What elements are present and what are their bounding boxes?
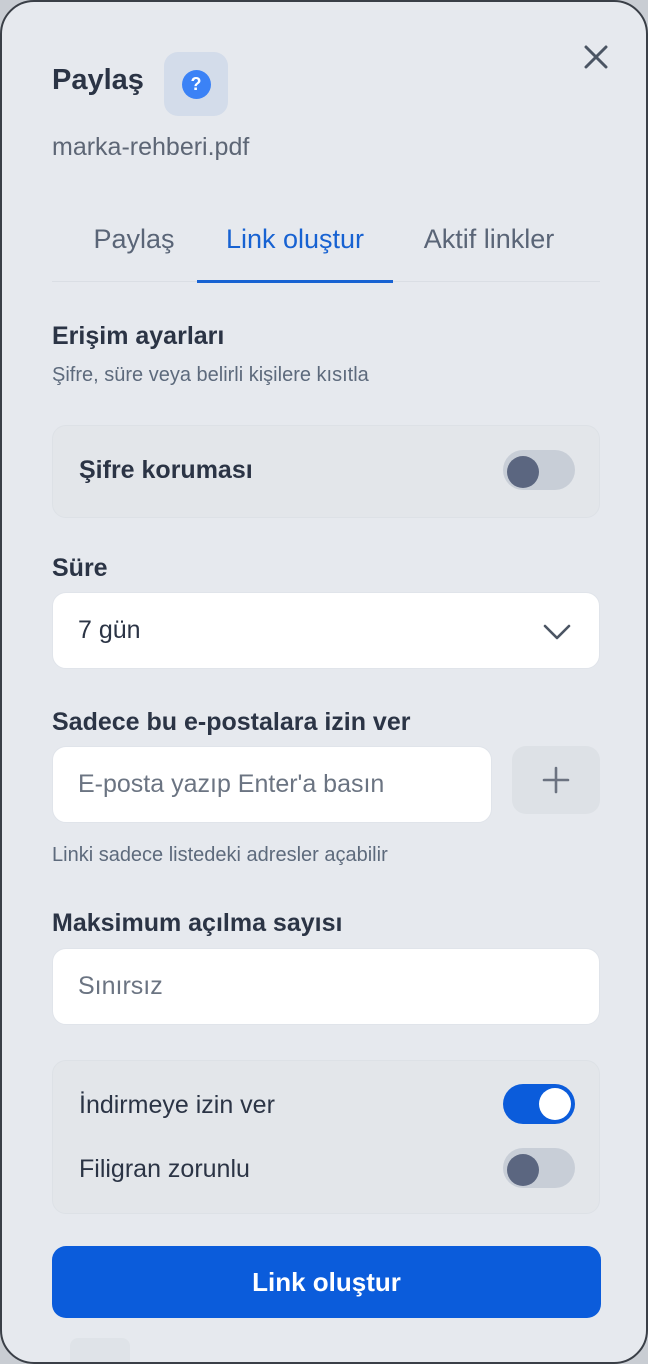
dialog-title: Paylaş xyxy=(52,64,144,96)
create-link-button[interactable]: Link oluştur xyxy=(52,1246,601,1318)
file-name: marka-rehberi.pdf xyxy=(52,133,250,161)
email-input-placeholder: E-posta yazıp Enter'a basın xyxy=(78,770,385,798)
tab-share[interactable]: Paylaş xyxy=(74,210,194,282)
duration-value: 7 gün xyxy=(78,616,141,644)
email-input[interactable]: E-posta yazıp Enter'a basın xyxy=(52,746,492,823)
help-icon: ? xyxy=(181,69,211,99)
plus-icon xyxy=(542,766,570,794)
toggle-knob xyxy=(539,1088,571,1120)
toggle-knob xyxy=(507,456,539,488)
help-button[interactable]: ? xyxy=(164,52,228,116)
watermark-label: Filigran zorunlu xyxy=(79,1155,250,1183)
password-protection-toggle[interactable] xyxy=(503,450,575,490)
max-opens-placeholder: Sınırsız xyxy=(78,972,163,1000)
share-dialog: Paylaş ? marka-rehberi.pdf Paylaş Link o… xyxy=(0,0,648,1364)
access-settings-subtitle: Şifre, süre veya belirli kişilere kısıtl… xyxy=(52,364,369,386)
toggle-knob xyxy=(507,1154,539,1186)
allowed-emails-label: Sadece bu e-postalara izin ver xyxy=(52,708,411,736)
background-list-item xyxy=(70,1338,130,1362)
watermark-toggle[interactable] xyxy=(503,1148,575,1188)
access-settings-title: Erişim ayarları xyxy=(52,322,225,350)
duration-select[interactable]: 7 gün xyxy=(52,592,600,669)
add-email-button[interactable] xyxy=(512,746,600,814)
chevron-down-icon xyxy=(543,624,571,640)
close-button[interactable] xyxy=(577,38,615,76)
password-protection-card: Şifre koruması xyxy=(52,425,600,518)
tab-create-link[interactable]: Link oluştur xyxy=(197,210,393,283)
password-protection-label: Şifre koruması xyxy=(79,456,253,484)
options-card: İndirmeye izin ver Filigran zorunlu xyxy=(52,1060,600,1214)
allow-download-toggle[interactable] xyxy=(503,1084,575,1124)
close-icon xyxy=(584,45,608,69)
duration-label: Süre xyxy=(52,554,108,582)
max-opens-label: Maksimum açılma sayısı xyxy=(52,909,343,937)
max-opens-input[interactable]: Sınırsız xyxy=(52,948,600,1025)
tab-active-links[interactable]: Aktif linkler xyxy=(409,210,569,282)
allowed-emails-hint: Linki sadece listedeki adresler açabilir xyxy=(52,844,388,866)
tab-bar: Paylaş Link oluştur Aktif linkler xyxy=(52,210,600,283)
allow-download-label: İndirmeye izin ver xyxy=(79,1091,275,1119)
